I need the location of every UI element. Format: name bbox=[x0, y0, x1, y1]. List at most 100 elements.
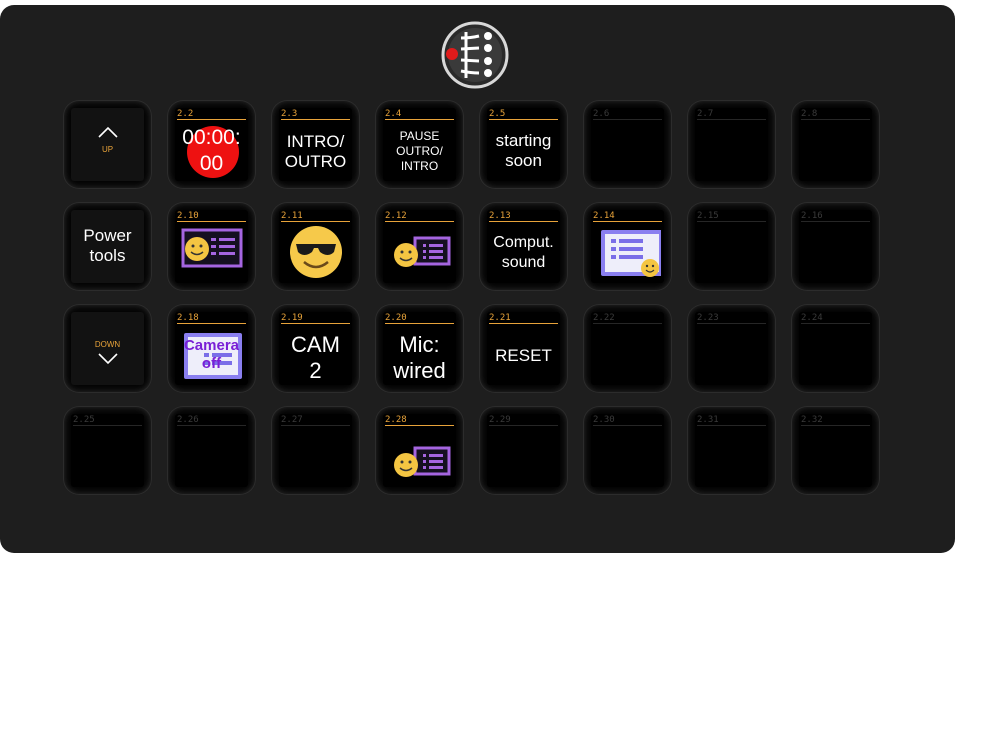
scene-slide-face-button[interactable]: 2.14 bbox=[583, 202, 672, 291]
pause-outro-intro-button[interactable]: 2.4 PAUSE OUTRO/ INTRO bbox=[375, 100, 464, 189]
button-text: Comput. sound bbox=[493, 234, 554, 271]
button-id-label: 2.32 bbox=[801, 415, 823, 425]
button-divider bbox=[489, 323, 558, 324]
emoji-sunglasses-button[interactable]: 2.11 bbox=[271, 202, 360, 291]
button-screen: 2.32 bbox=[799, 414, 872, 487]
button-divider bbox=[801, 221, 870, 222]
empty-button[interactable]: 2.23 bbox=[687, 304, 776, 393]
nav-down-button[interactable]: DOWN bbox=[63, 304, 152, 393]
button-text: PAUSE OUTRO/ INTRO bbox=[396, 129, 443, 173]
empty-button[interactable]: 2.7 bbox=[687, 100, 776, 189]
computer-sound-button[interactable]: 2.13 Comput. sound bbox=[479, 202, 568, 291]
button-id-label: 2.13 bbox=[489, 211, 511, 221]
button-screen: 2.30 bbox=[591, 414, 664, 487]
button-id-label: 2.20 bbox=[385, 313, 407, 323]
button-divider bbox=[593, 221, 662, 222]
button-divider bbox=[385, 425, 454, 426]
nav-up-label: UP bbox=[101, 145, 114, 154]
empty-button[interactable]: 2.16 bbox=[791, 202, 880, 291]
empty-button[interactable]: 2.24 bbox=[791, 304, 880, 393]
nav-up-button[interactable]: UP bbox=[63, 100, 152, 189]
button-id-label: 2.4 bbox=[385, 109, 402, 119]
nav-down-label: DOWN bbox=[94, 340, 121, 349]
button-divider bbox=[697, 425, 766, 426]
button-id-label: 2.5 bbox=[489, 109, 506, 119]
button-divider bbox=[385, 323, 454, 324]
button-divider bbox=[385, 119, 454, 120]
button-id-label: 2.26 bbox=[177, 415, 199, 425]
empty-button[interactable]: 2.22 bbox=[583, 304, 672, 393]
empty-button[interactable]: 2.8 bbox=[791, 100, 880, 189]
button-divider bbox=[801, 323, 870, 324]
button-divider bbox=[593, 119, 662, 120]
face-slide-icon bbox=[394, 236, 451, 267]
empty-button[interactable]: 2.15 bbox=[687, 202, 776, 291]
button-screen: DOWN bbox=[71, 312, 144, 385]
button-divider bbox=[385, 221, 454, 222]
empty-button[interactable]: 2.29 bbox=[479, 406, 568, 495]
power-tools-label: Power tools bbox=[83, 226, 132, 265]
face-slide-icon bbox=[394, 446, 451, 477]
button-screen: 2.28 bbox=[383, 414, 456, 487]
empty-button[interactable]: 2.6 bbox=[583, 100, 672, 189]
button-id-label: 2.8 bbox=[801, 109, 818, 119]
empty-button[interactable]: 2.32 bbox=[791, 406, 880, 495]
button-screen: 2.23 bbox=[695, 312, 768, 385]
sunglasses-emoji-icon bbox=[290, 226, 342, 278]
scene-face-slide-small-button[interactable]: 2.28 bbox=[375, 406, 464, 495]
button-id-label: 2.21 bbox=[489, 313, 511, 323]
scene-face-slide-small-button[interactable]: 2.12 bbox=[375, 202, 464, 291]
button-divider bbox=[697, 119, 766, 120]
chevron-down-icon bbox=[98, 353, 118, 365]
scene-face-slide-button[interactable]: 2.10 bbox=[167, 202, 256, 291]
button-divider bbox=[801, 425, 870, 426]
record-timer-button[interactable]: 2.2 00:00: 00 bbox=[167, 100, 256, 189]
timer-text: 00:00: 00 bbox=[182, 126, 241, 175]
button-divider bbox=[697, 221, 766, 222]
power-tools-button[interactable]: Power tools bbox=[63, 202, 152, 291]
button-screen: 2.31 bbox=[695, 414, 768, 487]
button-screen: 2.29 bbox=[487, 414, 560, 487]
starting-soon-button[interactable]: 2.5 starting soon bbox=[479, 100, 568, 189]
button-screen: 2.8 bbox=[799, 108, 872, 181]
button-screen: 2.14 bbox=[591, 210, 664, 283]
button-text: Mic: wired bbox=[393, 332, 446, 383]
button-screen: 2.10 bbox=[175, 210, 248, 283]
button-screen: 2.18 Camera off bbox=[175, 312, 248, 385]
mic-wired-button[interactable]: 2.20 Mic: wired bbox=[375, 304, 464, 393]
button-text: RESET bbox=[495, 346, 552, 365]
button-divider bbox=[281, 323, 350, 324]
button-screen: 2.7 bbox=[695, 108, 768, 181]
empty-button[interactable]: 2.31 bbox=[687, 406, 776, 495]
button-id-label: 2.31 bbox=[697, 415, 719, 425]
button-screen: 2.20 Mic: wired bbox=[383, 312, 456, 385]
empty-button[interactable]: 2.25 bbox=[63, 406, 152, 495]
button-id-label: 2.25 bbox=[73, 415, 95, 425]
button-screen: 2.11 bbox=[279, 210, 352, 283]
stream-deck-panel: UP 2.2 00:00: 00 2.3 INTRO/ OUTRO 2.4 PA… bbox=[0, 5, 955, 553]
empty-button[interactable]: 2.30 bbox=[583, 406, 672, 495]
button-id-label: 2.6 bbox=[593, 109, 610, 119]
button-id-label: 2.2 bbox=[177, 109, 194, 119]
empty-button[interactable]: 2.27 bbox=[271, 406, 360, 495]
button-id-label: 2.29 bbox=[489, 415, 511, 425]
button-divider bbox=[281, 221, 350, 222]
button-id-label: 2.19 bbox=[281, 313, 303, 323]
intro-outro-button[interactable]: 2.3 INTRO/ OUTRO bbox=[271, 100, 360, 189]
button-divider bbox=[281, 425, 350, 426]
slide-face-icon bbox=[601, 230, 661, 277]
button-id-label: 2.22 bbox=[593, 313, 615, 323]
button-divider bbox=[593, 323, 662, 324]
button-divider bbox=[801, 119, 870, 120]
button-screen: Power tools bbox=[71, 210, 144, 283]
button-screen: 2.5 starting soon bbox=[487, 108, 560, 181]
chevron-up-icon bbox=[98, 126, 118, 138]
button-divider bbox=[697, 323, 766, 324]
button-screen: 2.19 CAM 2 bbox=[279, 312, 352, 385]
button-screen: UP bbox=[71, 108, 144, 181]
button-id-label: 2.11 bbox=[281, 211, 303, 221]
empty-button[interactable]: 2.26 bbox=[167, 406, 256, 495]
cam-2-button[interactable]: 2.19 CAM 2 bbox=[271, 304, 360, 393]
reset-button[interactable]: 2.21 RESET bbox=[479, 304, 568, 393]
camera-off-button[interactable]: 2.18 Camera off bbox=[167, 304, 256, 393]
